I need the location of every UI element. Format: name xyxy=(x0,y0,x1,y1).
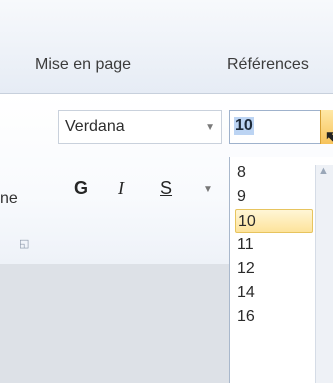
size-option[interactable]: 14 xyxy=(235,281,313,305)
underline-options-icon[interactable]: ▼ xyxy=(203,184,213,195)
truncated-group-label: ne xyxy=(0,190,18,207)
tab-mise-en-page[interactable]: Mise en page xyxy=(35,56,131,74)
italic-button[interactable]: I xyxy=(118,178,124,199)
size-option[interactable]: 8 xyxy=(235,161,313,185)
ribbon-tabs-bar: Mise en page Références xyxy=(0,0,333,93)
font-size-value[interactable]: 10 xyxy=(234,117,254,135)
size-option[interactable]: 9 xyxy=(235,185,313,209)
tab-references[interactable]: Références xyxy=(227,56,309,74)
font-name-combobox[interactable]: Verdana ▼ xyxy=(58,110,222,144)
font-name-value: Verdana xyxy=(65,118,125,135)
scroll-up-icon[interactable]: ▲ xyxy=(318,165,329,177)
dropdown-scrollbar[interactable] xyxy=(315,165,333,383)
underline-button[interactable]: S xyxy=(160,178,172,199)
size-option[interactable]: 16 xyxy=(235,305,313,329)
font-size-combobox[interactable]: 10 xyxy=(229,110,333,144)
dialog-launcher-icon[interactable]: ◱ xyxy=(19,237,29,250)
size-option-selected[interactable]: 10 xyxy=(235,209,313,233)
bold-button[interactable]: G xyxy=(74,178,88,199)
size-option[interactable]: 12 xyxy=(235,257,313,281)
size-option[interactable]: 11 xyxy=(235,233,313,257)
chevron-down-icon[interactable]: ▼ xyxy=(205,122,215,133)
mouse-cursor-icon: ⬉ xyxy=(324,127,333,149)
